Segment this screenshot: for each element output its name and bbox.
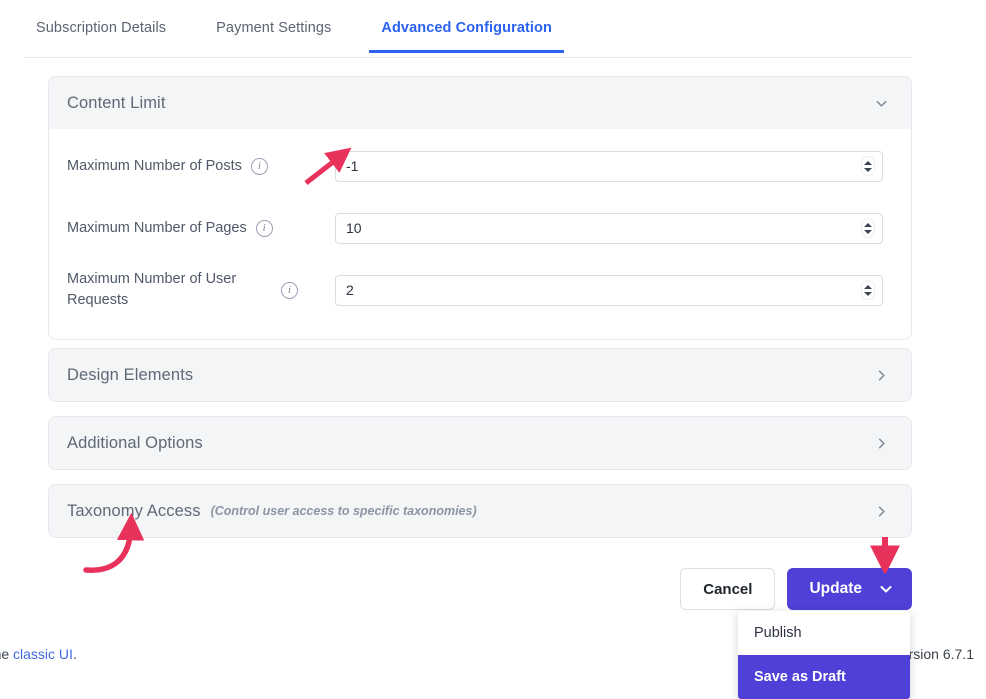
classic-ui-link[interactable]: classic UI — [13, 646, 73, 662]
panel-header-additional-options[interactable]: Additional Options — [49, 417, 911, 469]
footer-classic-ui-note: e the classic UI. — [0, 646, 77, 662]
panel-title: Taxonomy Access — [67, 501, 201, 520]
panel-content-limit: Content Limit Maximum Number of Posts i — [48, 76, 912, 340]
panel-title: Additional Options — [67, 433, 203, 452]
tab-label: Subscription Details — [36, 20, 167, 36]
menu-item-save-as-draft[interactable]: Save as Draft — [738, 655, 910, 699]
tab-label: Payment Settings — [216, 20, 332, 36]
chevron-down-icon[interactable] — [873, 95, 889, 111]
tab-advanced-configuration[interactable]: Advanced Configuration — [369, 10, 564, 53]
field-row-max-posts: Maximum Number of Posts i — [67, 135, 893, 197]
number-spinner[interactable] — [861, 218, 875, 238]
menu-item-label: Save as Draft — [754, 669, 846, 685]
max-user-requests-input[interactable] — [335, 274, 883, 306]
tab-payment-settings[interactable]: Payment Settings — [204, 10, 343, 52]
number-spinner[interactable] — [861, 280, 875, 300]
panel-body-content-limit: Maximum Number of Posts i Maximum Number… — [49, 129, 911, 339]
field-label-group: Maximum Number of Pages i — [67, 218, 335, 239]
panel-design-elements: Design Elements — [48, 348, 912, 402]
panel-header-taxonomy-access[interactable]: Taxonomy Access (Control user access to … — [49, 485, 911, 537]
cancel-button[interactable]: Cancel — [680, 568, 776, 610]
max-pages-input[interactable] — [335, 212, 883, 244]
footer-suffix: . — [72, 646, 77, 662]
input-wrapper — [335, 274, 883, 306]
menu-item-label: Publish — [754, 625, 802, 641]
tab-bar: Subscription Details Payment Settings Ad… — [24, 10, 912, 58]
input-wrapper — [335, 212, 883, 244]
chevron-down-icon[interactable] — [878, 581, 894, 597]
menu-item-publish[interactable]: Publish — [738, 611, 910, 655]
panel-taxonomy-access: Taxonomy Access (Control user access to … — [48, 484, 912, 538]
info-icon[interactable]: i — [281, 281, 298, 299]
panel-title: Design Elements — [67, 365, 194, 384]
chevron-right-icon[interactable] — [873, 435, 889, 451]
field-row-max-user-requests: Maximum Number of User Requests i — [67, 259, 893, 321]
input-wrapper — [335, 150, 883, 182]
tab-label: Advanced Configuration — [381, 20, 552, 36]
number-spinner[interactable] — [861, 156, 875, 176]
chevron-right-icon[interactable] — [873, 503, 889, 519]
info-icon[interactable]: i — [250, 157, 268, 175]
panel-title: Content Limit — [67, 93, 166, 112]
footer-prefix: e the — [0, 646, 10, 662]
panel-additional-options: Additional Options — [48, 416, 912, 470]
footer-version: ersion 6.7.1 — [900, 646, 974, 662]
field-label: Maximum Number of User Requests — [67, 271, 237, 308]
chevron-right-icon[interactable] — [873, 367, 889, 383]
advanced-configuration-page: Subscription Details Payment Settings Ad… — [0, 0, 986, 699]
action-button-bar: Cancel Update — [680, 568, 912, 610]
update-dropdown-menu: Publish Save as Draft — [738, 611, 910, 699]
field-row-max-pages: Maximum Number of Pages i — [67, 197, 893, 259]
field-label-group: Maximum Number of Posts i — [67, 156, 335, 177]
field-label: Maximum Number of Pages — [67, 219, 247, 236]
annotation-arrow-to-update-button — [870, 537, 900, 573]
panel-header-content-limit[interactable]: Content Limit — [49, 77, 911, 129]
info-icon[interactable]: i — [255, 219, 273, 237]
panel-header-design-elements[interactable]: Design Elements — [49, 349, 911, 401]
update-button[interactable]: Update — [787, 568, 912, 610]
max-posts-input[interactable] — [335, 150, 883, 182]
panel-hint: (Control user access to specific taxonom… — [210, 504, 477, 518]
field-label: Maximum Number of Posts — [67, 157, 242, 174]
tab-subscription-details[interactable]: Subscription Details — [24, 10, 178, 52]
field-label-group: Maximum Number of User Requests i — [67, 269, 335, 311]
update-button-label: Update — [809, 580, 862, 597]
